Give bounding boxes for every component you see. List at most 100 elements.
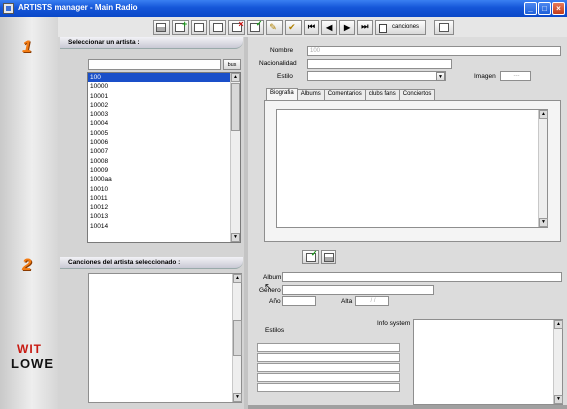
scroll-up-icon[interactable]: ▲: [539, 110, 548, 119]
biografia-memo[interactable]: ▲ ▼: [276, 109, 548, 228]
maximize-button[interactable]: □: [538, 2, 551, 15]
scroll-down-icon[interactable]: ▼: [233, 393, 242, 402]
nombre-label: Nombre: [270, 47, 294, 54]
estilo-select[interactable]: [307, 71, 446, 81]
scroll-up-icon[interactable]: ▲: [554, 320, 563, 329]
estilos-row-5[interactable]: [257, 383, 400, 392]
print-button[interactable]: [153, 19, 170, 35]
exit-button[interactable]: [434, 19, 455, 35]
scroll-thumb[interactable]: [231, 83, 240, 131]
last-record-button[interactable]: ⏭: [356, 19, 373, 35]
artist-list-item[interactable]: 10011: [88, 194, 231, 203]
tab-biografia[interactable]: Biografia: [266, 88, 298, 100]
add-record-icon: [175, 19, 187, 32]
artist-search-button[interactable]: bus: [223, 59, 241, 70]
artist-list-item[interactable]: 100: [88, 73, 231, 83]
artist-list-item[interactable]: 10004: [88, 119, 231, 128]
scroll-down-icon[interactable]: ▼: [539, 218, 548, 227]
edit-song-icon: [305, 249, 318, 262]
artist-search-input[interactable]: [88, 59, 221, 70]
delete-record-icon: [231, 19, 244, 32]
previous-record-button[interactable]: ◀: [321, 19, 338, 35]
artist-list-item[interactable]: 10002: [88, 101, 231, 110]
artist-list-item[interactable]: 10007: [88, 147, 231, 156]
exit-icon: [439, 22, 450, 32]
artist-list-item[interactable]: 10009: [88, 166, 231, 175]
section-number-1: 1: [22, 37, 32, 56]
tab-conciertos[interactable]: Conciertos: [398, 89, 436, 100]
artists-listbox[interactable]: 100 10000 10001 10002 10003 10004 10005 10006 10…: [87, 72, 241, 243]
close-button[interactable]: ×: [552, 2, 565, 15]
artists-list-scrollbar[interactable]: ▲ ▼: [230, 73, 240, 242]
filter-button[interactable]: ✔: [284, 19, 302, 35]
info-system-box[interactable]: ▲ ▼: [413, 319, 563, 405]
nombre-field[interactable]: 100: [307, 46, 561, 56]
delete-record-button[interactable]: [228, 19, 246, 35]
copy-record-icon: [212, 22, 223, 32]
imagen-box[interactable]: ---: [500, 71, 531, 81]
next-record-button[interactable]: ▶: [339, 19, 355, 35]
artist-list-item[interactable]: 10013: [88, 212, 231, 221]
scroll-down-icon[interactable]: ▼: [231, 233, 240, 242]
genero-field[interactable]: [282, 285, 434, 295]
scroll-up-icon[interactable]: ▲: [233, 274, 242, 283]
anio-field[interactable]: [282, 296, 316, 306]
edit-record-button[interactable]: [190, 19, 208, 35]
alta-label: Alta: [341, 298, 353, 305]
artist-list-item[interactable]: 10001: [88, 92, 231, 101]
artist-list-item[interactable]: 10005: [88, 129, 231, 138]
estilos-row-2[interactable]: [257, 353, 400, 362]
artist-list-item[interactable]: 10003: [88, 110, 231, 119]
search-record-icon: ✎: [269, 21, 277, 32]
toolbar: ✎ ✔ ⏮ ◀ ▶ ⏭ canciones: [153, 18, 455, 36]
artist-list-item[interactable]: 10012: [88, 203, 231, 212]
artist-list-item[interactable]: 10010: [88, 185, 231, 194]
estilos-row-3[interactable]: [257, 363, 400, 372]
bottom-border: [248, 405, 567, 409]
scroll-up-icon[interactable]: ▲: [231, 73, 240, 82]
printer-icon: [323, 252, 334, 262]
songs-list-scrollbar[interactable]: ▲ ▼: [232, 274, 242, 402]
section-number-2: 2: [22, 255, 32, 274]
canciones-button[interactable]: canciones: [374, 19, 427, 35]
info-system-scrollbar[interactable]: ▲ ▼: [553, 320, 563, 404]
alta-field[interactable]: / /: [355, 296, 389, 306]
search-record-button[interactable]: ✎: [265, 19, 283, 35]
genero-label: Género: [259, 287, 281, 294]
add-record-button[interactable]: [171, 19, 189, 35]
panel-divider: [244, 37, 248, 409]
songs-listbox[interactable]: ▲ ▼: [88, 273, 242, 403]
album-label: Album: [263, 274, 282, 281]
artist-list-item[interactable]: 10008: [88, 157, 231, 166]
tab-comentarios[interactable]: Comentarios: [323, 89, 366, 100]
artist-list-item[interactable]: 1000aa: [88, 175, 231, 184]
filter-icon: ✔: [288, 21, 296, 32]
scroll-down-icon[interactable]: ▼: [554, 395, 563, 404]
songs-section-header: Canciones del artista seleccionado :: [60, 257, 243, 269]
print-song-button[interactable]: [321, 250, 336, 264]
minimize-button[interactable]: _: [524, 2, 537, 15]
main-window: 1 2 WIT LOWE ✎ ✔ ⏮ ◀ ▶ ⏭ canciones Selec…: [0, 17, 567, 409]
save-record-icon: [250, 19, 262, 32]
edit-song-button[interactable]: [302, 249, 319, 264]
tab-albums[interactable]: Albums: [296, 89, 325, 100]
chevron-down-icon[interactable]: ▼: [436, 72, 445, 81]
info-system-label: Info system: [377, 320, 411, 327]
artists-list: 100 10000 10001 10002 10003 10004 10005 10006 10…: [88, 73, 231, 231]
artist-list-item[interactable]: 10000: [88, 82, 231, 91]
estilos-row-4[interactable]: [257, 373, 400, 382]
first-record-button[interactable]: ⏮: [303, 19, 320, 35]
tab-clubs-fans[interactable]: clubs fans: [364, 89, 400, 100]
artist-list-item[interactable]: 10014: [88, 222, 231, 231]
estilos-row-1[interactable]: [257, 343, 400, 352]
save-record-button[interactable]: [247, 19, 264, 35]
imagen-label: Imagen: [474, 73, 496, 80]
anio-label: Año: [269, 298, 281, 305]
artist-list-item[interactable]: 10006: [88, 138, 231, 147]
scroll-thumb[interactable]: [233, 320, 242, 356]
copy-record-button[interactable]: [209, 19, 227, 35]
biografia-scrollbar[interactable]: ▲ ▼: [538, 110, 548, 227]
album-field[interactable]: [282, 272, 562, 282]
nacionalidad-label: Nacionalidad: [259, 60, 297, 67]
nacionalidad-field[interactable]: [307, 59, 452, 69]
